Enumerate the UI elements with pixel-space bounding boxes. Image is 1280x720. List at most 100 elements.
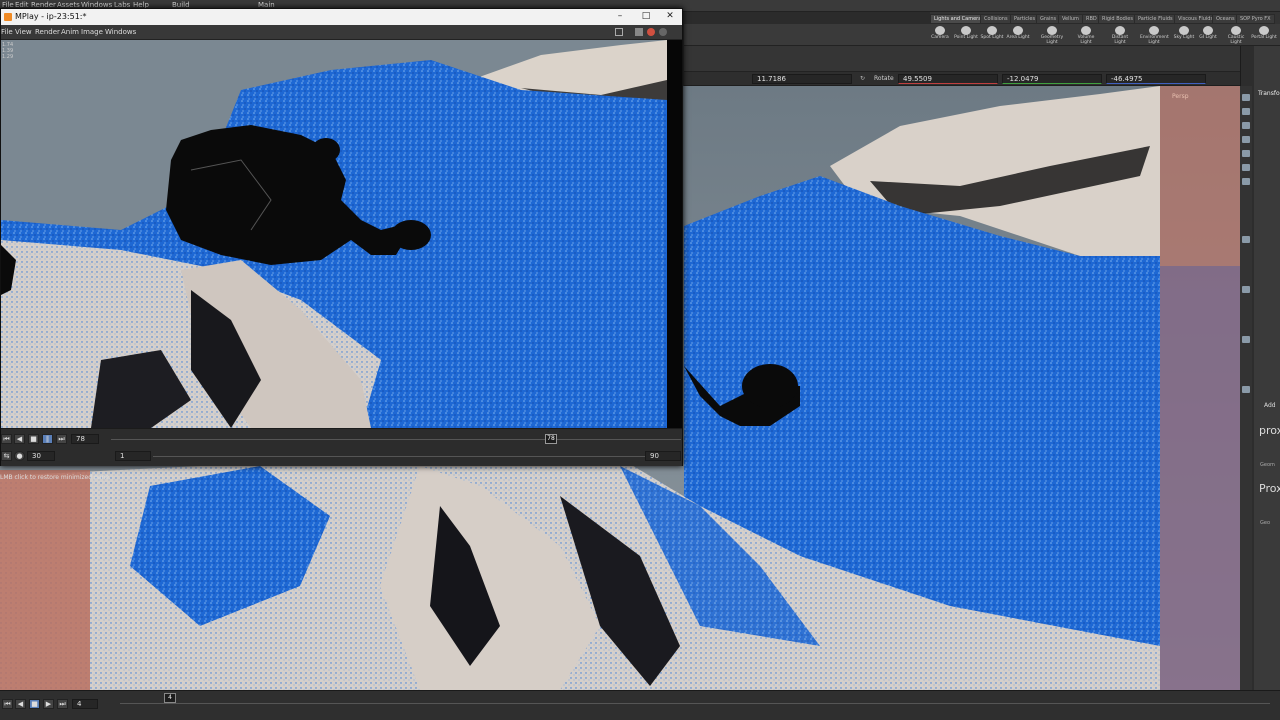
shelf-tab-collisions[interactable]: Collisions (980, 14, 1012, 24)
mplay-loop-icon[interactable]: ⇆ (1, 451, 12, 461)
mplay-layout-icon[interactable] (615, 28, 623, 36)
shelf-tab-bar: Lights and Cameras Collisions Particles … (930, 12, 1280, 24)
shelf-tab-particles[interactable]: Particles (1010, 14, 1040, 24)
stop-button[interactable]: ■ (29, 699, 40, 709)
maximize-button[interactable]: □ (639, 11, 653, 23)
shelf-tab-rigid[interactable]: Rigid Bodies (1098, 14, 1137, 24)
mplay-frame-marker[interactable]: 78 (545, 434, 557, 444)
mplay-frame-field[interactable]: 78 (71, 434, 99, 444)
mplay-realtime-icon[interactable]: ● (14, 451, 25, 461)
shelf-tab-vellum[interactable]: Vellum (1058, 14, 1083, 24)
view-tool-icon[interactable] (1242, 178, 1250, 185)
mplay-last-frame-button[interactable]: ⏭ (56, 434, 67, 444)
tool-gi-light[interactable]: GI Light (1194, 24, 1222, 46)
portal-light-icon (1259, 26, 1269, 35)
mplay-menu-view[interactable]: View (15, 28, 32, 36)
tool-portal-light[interactable]: Portal Light (1250, 24, 1278, 46)
scale-tool-icon[interactable] (1242, 136, 1250, 143)
close-button[interactable]: ✕ (663, 11, 677, 23)
geometry-label-1: Geom (1260, 462, 1275, 468)
tool-distant-light[interactable]: Distant Light (1106, 24, 1134, 46)
mplay-res-readout: 1.74 1.39 1.29 (2, 42, 14, 60)
add-button[interactable]: Add (1264, 402, 1276, 409)
mplay-start-field[interactable]: 1 (115, 451, 151, 461)
mplay-playbar: ⏮ ◀ ■ ∥ ⏭ 78 78 ⇆ ● 30 1 90 (1, 428, 682, 466)
play-back-button[interactable]: ◀ (15, 699, 26, 709)
tool-camera[interactable]: Camera (926, 24, 954, 46)
environment-light-icon (1149, 26, 1159, 35)
pose-tool-icon[interactable] (1242, 150, 1250, 157)
translate-x-field[interactable]: 11.7186 (752, 74, 852, 84)
shelf-tab-viscous[interactable]: Viscous Fluids (1174, 14, 1218, 24)
play-button[interactable]: ▶ (43, 699, 54, 709)
tool-area-light[interactable]: Area Light (1004, 24, 1032, 46)
first-frame-button[interactable]: ⏮ (2, 699, 13, 709)
mplay-play-back-button[interactable]: ◀ (14, 434, 25, 444)
rotate-z-field[interactable]: -46.4975 (1106, 74, 1206, 84)
display-tool-icon[interactable] (1242, 286, 1250, 293)
handle-tool-icon[interactable] (1242, 164, 1250, 171)
camera-icon (935, 26, 945, 35)
rotate-y-field[interactable]: -12.0479 (1002, 74, 1102, 84)
mplay-stop-icon[interactable] (659, 28, 667, 36)
sky-light-icon (1179, 26, 1189, 35)
geometry-label-2: Geo (1260, 520, 1271, 526)
rotate-tool-icon[interactable] (1242, 122, 1250, 129)
mplay-menu-render[interactable]: Render (35, 28, 60, 36)
flipbook-frame (1, 40, 667, 428)
mplay-menu-file[interactable]: File (1, 28, 13, 36)
mplay-timeline-track[interactable] (111, 439, 681, 440)
mplay-end-field[interactable]: 90 (645, 451, 681, 461)
mplay-scrollbar[interactable] (667, 40, 682, 428)
volume-light-icon (1081, 26, 1091, 35)
mplay-menu-image[interactable]: Image (81, 28, 103, 36)
area-light-icon (1013, 26, 1023, 35)
tool-point-light[interactable]: Point Light (952, 24, 980, 46)
move-tool-icon[interactable] (1242, 108, 1250, 115)
minimize-button[interactable]: – (613, 11, 627, 23)
mplay-titlebar[interactable]: MPlay - ip-23:51:* – □ ✕ (1, 9, 682, 25)
shelf-tools: Camera Point Light Spot Light Area Light… (684, 24, 1280, 46)
minimized-pane-hint[interactable]: LMB click to restore minimized pane. (0, 474, 160, 484)
timeline-frame-marker[interactable]: 4 (164, 693, 176, 703)
tool-environment-light[interactable]: Environment Light (1140, 24, 1169, 46)
tool-spot-light[interactable]: Spot Light (978, 24, 1006, 46)
mplay-record-icon[interactable] (647, 28, 655, 36)
select-tool-icon[interactable] (1242, 94, 1250, 101)
mplay-stop-button[interactable]: ■ (28, 434, 39, 444)
mplay-first-frame-button[interactable]: ⏮ (1, 434, 12, 444)
mplay-fps-field[interactable]: 30 (27, 451, 55, 461)
tool-caustic-light[interactable]: Caustic Light (1222, 24, 1250, 46)
distant-light-icon (1115, 26, 1125, 35)
camera-tool-icon[interactable] (1242, 386, 1250, 393)
transform-bar: 11.7186 ↻ Rotate 49.5509 -12.0479 -46.49… (684, 72, 1240, 86)
last-frame-button[interactable]: ⏭ (57, 699, 68, 709)
proxy-label-2: Prox (1259, 482, 1280, 495)
timeline-track[interactable] (120, 703, 1270, 704)
tool-geometry-light[interactable]: Geometry Light (1038, 24, 1066, 46)
shelf-tab-pfluids[interactable]: Particle Fluids (1134, 14, 1177, 24)
mplay-app-icon (4, 13, 12, 21)
shelf-tab-grains[interactable]: Grains (1036, 14, 1061, 24)
param-tab-transform[interactable]: Transfo (1258, 90, 1280, 97)
persp-label[interactable]: Persp (1172, 93, 1189, 100)
spot-light-icon (987, 26, 997, 35)
mplay-pause-button[interactable]: ∥ (42, 434, 53, 444)
mplay-image-view[interactable]: 1.74 1.39 1.29 (1, 40, 667, 428)
rotate-icon: ↻ (860, 75, 866, 82)
caustic-light-icon (1231, 26, 1241, 35)
mplay-range-track[interactable] (153, 456, 645, 457)
frame-field[interactable]: 4 (72, 699, 98, 709)
rotate-x-field[interactable]: 49.5509 (898, 74, 998, 84)
tool-volume-light[interactable]: Volume Light (1072, 24, 1100, 46)
snap-tool-icon[interactable] (1242, 236, 1250, 243)
lighting-tool-icon[interactable] (1242, 336, 1250, 343)
mplay-menubar: File View Render Anim Image Windows (1, 25, 682, 40)
mplay-settings-icon[interactable] (635, 28, 643, 36)
mplay-menu-windows[interactable]: Windows (105, 28, 136, 36)
mplay-window[interactable]: MPlay - ip-23:51:* – □ ✕ File View Rende… (0, 8, 683, 466)
shelf-tab-pyro[interactable]: SOP Pyro FX (1236, 14, 1275, 24)
viewport-side-toolbar (1240, 86, 1252, 690)
shelf-tab-oceans[interactable]: Oceans (1212, 14, 1239, 24)
mplay-menu-anim[interactable]: Anim (61, 28, 79, 36)
